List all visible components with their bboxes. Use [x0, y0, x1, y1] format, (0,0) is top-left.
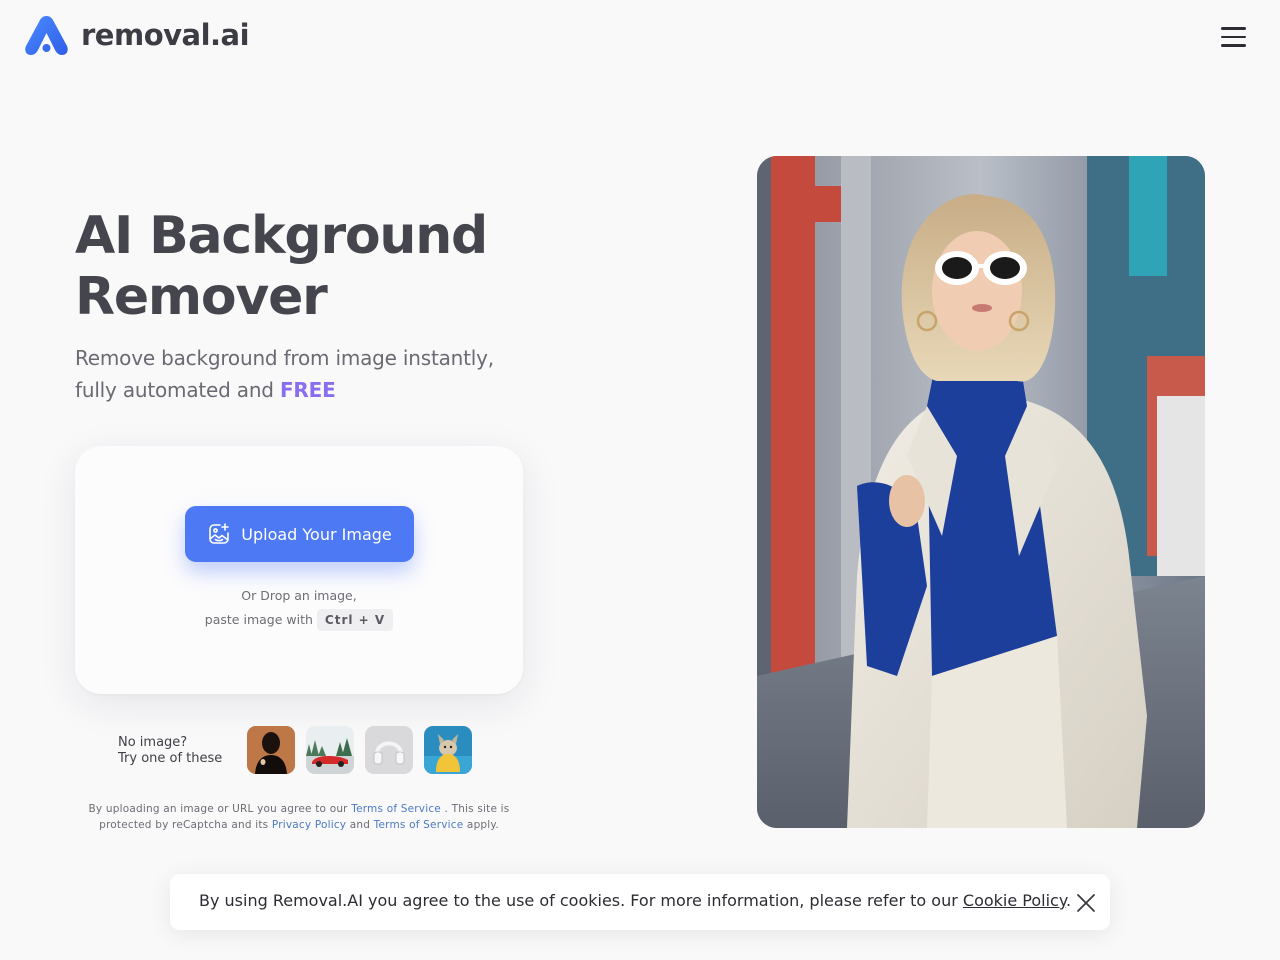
paste-shortcut: Ctrl + V: [316, 609, 394, 631]
close-icon[interactable]: [1074, 891, 1098, 915]
menu-bar: [1220, 27, 1246, 30]
legal-notice: By uploading an image or URL you agree t…: [75, 801, 523, 833]
cookie-suffix: .: [1066, 891, 1072, 910]
portrait-sample-image: [247, 726, 295, 774]
removal-ai-logo-icon: [25, 15, 68, 55]
cookie-banner: By using Removal.AI you agree to the use…: [170, 874, 1110, 930]
brand-logo-link[interactable]: removal.ai: [24, 14, 250, 56]
brand-name: removal.ai: [81, 18, 250, 52]
sample-images: [247, 726, 472, 774]
sample-prompt-line-1: No image?: [118, 735, 188, 750]
hero-subtitle-line-2: fully automated and FREE: [75, 374, 555, 406]
dog-sample-image: [424, 726, 472, 774]
paste-text: paste image with: [204, 612, 313, 627]
dog-sample-thumbnail[interactable]: [424, 726, 472, 774]
drop-line-1: Or Drop an image,: [241, 588, 357, 603]
hero-subtitle-line-1: Remove background from image instantly,: [75, 346, 494, 370]
cookie-message: By using Removal.AI you agree to the use…: [199, 891, 1071, 910]
page-title-line-2: Remover: [75, 267, 328, 327]
upload-dropzone[interactable]: Upload Your Image Or Drop an image, past…: [75, 446, 523, 694]
menu-bar: [1220, 35, 1246, 39]
legal-text: and: [346, 819, 374, 831]
header: removal.ai: [0, 0, 1280, 72]
headphones-sample-thumbnail[interactable]: [365, 726, 413, 774]
free-badge: FREE: [279, 378, 336, 402]
privacy-policy-link[interactable]: Privacy Policy: [272, 819, 346, 831]
menu-bar: [1220, 44, 1246, 47]
legal-text: By uploading an image or URL you agree t…: [88, 803, 352, 815]
page-title: AI Background Remover: [75, 206, 595, 328]
car-sample-image: [306, 726, 354, 774]
upload-button-label: Upload Your Image: [241, 524, 392, 544]
cookie-policy-link[interactable]: Cookie Policy: [963, 891, 1066, 910]
portrait-sample-thumbnail[interactable]: [247, 726, 295, 774]
hero-subtitle: Remove background from image instantly, …: [75, 342, 555, 406]
upload-image-button[interactable]: Upload Your Image: [185, 506, 414, 562]
hero-subtitle-line-2-text: fully automated and: [75, 378, 280, 402]
terms-of-service-link[interactable]: Terms of Service: [351, 803, 441, 815]
headphones-sample-image: [365, 726, 413, 774]
page-title-line-1: AI Background: [75, 206, 488, 266]
sample-prompt: No image? Try one of these: [118, 735, 222, 767]
cookie-text: By using Removal.AI you agree to the use…: [199, 891, 963, 910]
drop-instructions: Or Drop an image, paste image with Ctrl +…: [75, 584, 523, 632]
woman-portrait-photo: [757, 156, 1205, 828]
hero-image: [757, 156, 1205, 828]
recaptcha-terms-link[interactable]: Terms of Service: [374, 819, 464, 831]
hamburger-menu-icon[interactable]: [1214, 22, 1252, 52]
close-x-glyph: [1077, 894, 1095, 912]
legal-text: apply.: [463, 819, 499, 831]
sample-prompt-line-2: Try one of these: [118, 751, 223, 766]
car-sample-thumbnail[interactable]: [306, 726, 354, 774]
drop-line-2: paste image with Ctrl + V: [75, 608, 523, 632]
image-upload-icon: [209, 523, 230, 544]
